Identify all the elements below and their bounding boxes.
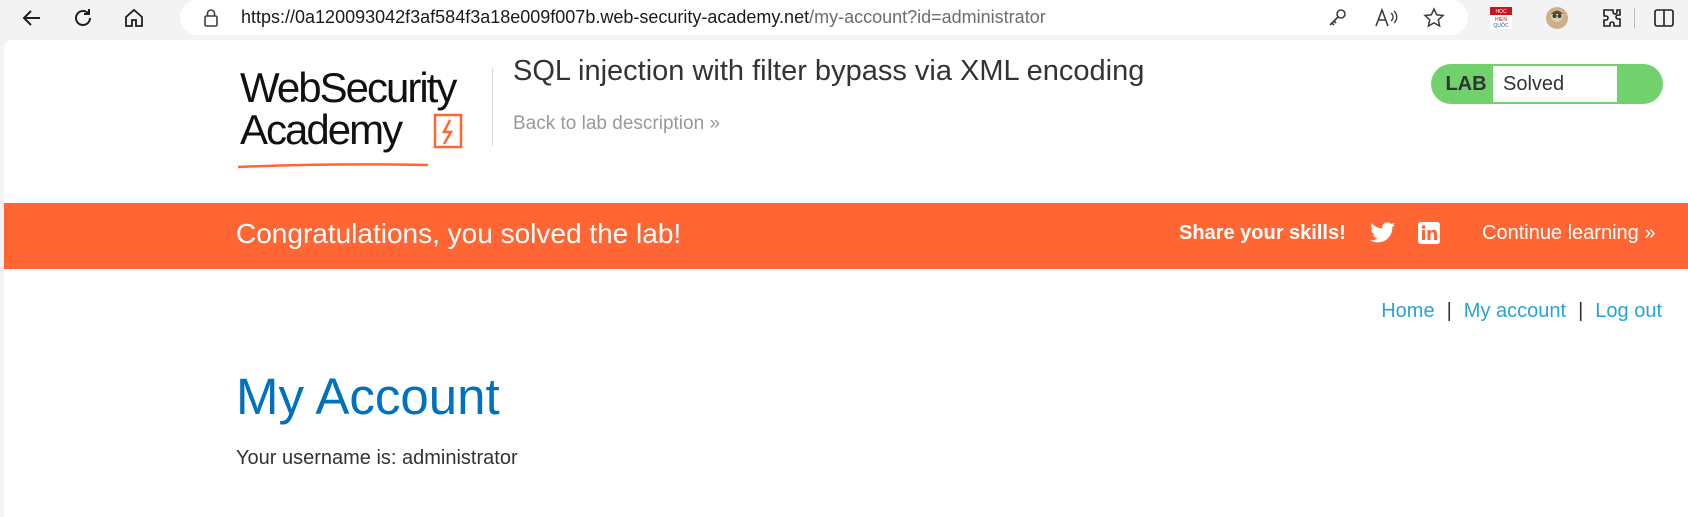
continue-learning-link[interactable]: Continue learning » — [1482, 222, 1655, 245]
address-bar[interactable]: https://0a120093042f3af584f3a18e009f007b… — [180, 0, 1468, 35]
continue-learning-label: Continue learning — [1482, 222, 1639, 244]
url-path: /my-account?id=administrator — [809, 7, 1046, 27]
share-skills-label: Share your skills! — [1179, 222, 1346, 244]
refresh-icon[interactable] — [68, 3, 98, 33]
url-host: https://0a120093042f3af584f3a18e009f007b… — [241, 7, 810, 27]
nav-separator: | — [1578, 300, 1584, 322]
read-aloud-icon[interactable] — [1374, 6, 1398, 30]
top-navigation: Home | My account | Log out — [1381, 300, 1662, 323]
page-viewport: WebSecurity Academy SQL injection with f… — [4, 40, 1688, 517]
lab-status-badge: LAB Solved — [1431, 64, 1663, 104]
lab-label: LAB — [1445, 72, 1487, 95]
profile-avatar-icon[interactable] — [1543, 4, 1571, 32]
url-text[interactable]: https://0a120093042f3af584f3a18e009f007b… — [241, 7, 1046, 28]
congratulations-message: Congratulations, you solved the lab! — [236, 218, 682, 249]
split-screen-icon[interactable] — [1650, 4, 1678, 32]
favorite-star-icon[interactable] — [1422, 6, 1446, 30]
key-icon[interactable] — [1326, 6, 1350, 30]
logo-line2: Academy — [240, 106, 403, 153]
nav-separator: | — [1446, 300, 1452, 322]
browser-toolbar: https://0a120093042f3af584f3a18e009f007b… — [0, 0, 1688, 40]
lock-icon[interactable] — [202, 8, 220, 33]
double-chevron-right-icon: » — [1644, 222, 1656, 244]
back-icon[interactable] — [17, 3, 47, 33]
extensions-puzzle-icon[interactable] — [1598, 4, 1626, 32]
flag-text-3: QUỐC — [1494, 22, 1509, 29]
lab-status-value: Solved — [1493, 66, 1617, 102]
extension-flag-icon[interactable]: HỌC HIỂN QUỐC — [1487, 4, 1515, 32]
page-title: My Account — [236, 368, 500, 425]
double-chevron-right-icon: » — [709, 113, 721, 134]
logo-underline — [237, 163, 429, 169]
web-security-academy-logo[interactable]: WebSecurity Academy — [237, 64, 465, 169]
username-info: Your username is: administrator — [236, 447, 518, 469]
back-link-label: Back to lab description — [513, 113, 705, 134]
logo-bolt-icon — [433, 113, 463, 149]
home-icon[interactable] — [119, 3, 149, 33]
solved-banner: Congratulations, you solved the lab! Sha… — [4, 203, 1688, 269]
flag-text-2: HIỂN — [1495, 16, 1507, 23]
flag-text-1: HỌC — [1495, 9, 1507, 15]
log-out-link[interactable]: Log out — [1595, 300, 1662, 322]
header-divider — [492, 68, 493, 146]
linkedin-icon[interactable] — [1418, 222, 1440, 244]
back-to-lab-description-link[interactable]: Back to lab description » — [513, 113, 720, 135]
my-account-link[interactable]: My account — [1464, 300, 1566, 322]
lab-title: SQL injection with filter bypass via XML… — [513, 55, 1145, 87]
twitter-icon[interactable] — [1370, 222, 1396, 244]
home-link[interactable]: Home — [1381, 300, 1434, 322]
toolbar-divider — [1634, 8, 1635, 28]
logo-line1: WebSecurity — [240, 64, 457, 111]
